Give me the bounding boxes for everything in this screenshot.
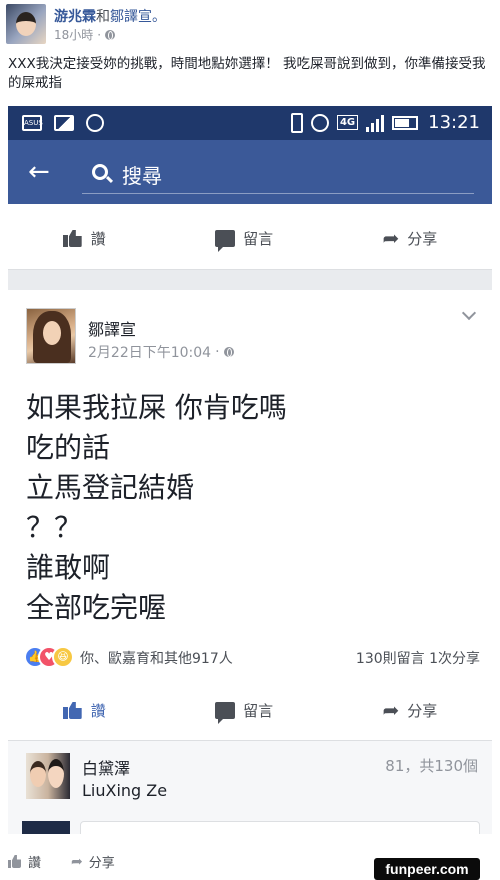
search-icon bbox=[92, 164, 108, 180]
embedded-screenshot: ASUS 4G 13:21 ← 搜尋 讚 留言 ➦ 分享 鄒譯宣 2月22日下午… bbox=[8, 106, 492, 834]
outer-share-label: 分享 bbox=[88, 856, 115, 871]
thumbs-up-icon bbox=[62, 701, 83, 719]
public-globe-icon bbox=[223, 347, 234, 357]
like-label: 讚 bbox=[90, 701, 106, 720]
action-bar: 讚 留言 ➦ 分享 bbox=[8, 218, 492, 258]
outer-like-button[interactable]: 讚 bbox=[8, 852, 41, 871]
battery-icon bbox=[392, 115, 419, 130]
post-meta: 18小時 · bbox=[54, 26, 116, 43]
outer-like-label: 讚 bbox=[28, 856, 42, 871]
like-button[interactable]: 讚 bbox=[62, 228, 106, 249]
inner-author-name[interactable]: 鄒譯宣 bbox=[88, 316, 136, 340]
network-type: 4G bbox=[336, 115, 359, 130]
site-watermark: funpeer.com bbox=[374, 858, 480, 880]
search-input[interactable]: 搜尋 bbox=[82, 154, 474, 194]
share-arrow-icon: ➦ bbox=[71, 853, 83, 870]
post-time[interactable]: 18小時 bbox=[54, 26, 93, 43]
asus-icon: ASUS bbox=[22, 115, 43, 131]
inner-meta-separator: · bbox=[215, 344, 220, 360]
post-header: 游兆霖和鄒譯宣。 18小時 · bbox=[6, 4, 494, 44]
comment-text: LiuXing Ze bbox=[82, 781, 168, 800]
public-globe-icon bbox=[105, 29, 116, 40]
inner-post-meta: 2月22日下午10:04 · bbox=[88, 342, 234, 362]
comment-share-counts[interactable]: 130則留言 1次分享 bbox=[356, 648, 480, 668]
inner-action-bar: 讚 留言 ➦ 分享 bbox=[8, 690, 492, 730]
share-label: 分享 bbox=[407, 229, 438, 248]
inner-post-card: 鄒譯宣 2月22日下午10:04 · 如果我拉屎 你肯吃嗎 吃的話 立馬登記結婚… bbox=[8, 290, 492, 740]
comment-section: 白黛澤 LiuXing Ze 81，共130個 bbox=[8, 740, 492, 834]
thumbs-up-icon bbox=[62, 229, 83, 247]
app-bar: ← 搜尋 bbox=[8, 140, 492, 204]
commenter-name[interactable]: 白黛澤 bbox=[82, 755, 130, 779]
outer-action-bar: 讚 ➦ 分享 bbox=[8, 852, 115, 871]
comment-label: 留言 bbox=[243, 229, 274, 248]
like-label: 讚 bbox=[90, 229, 106, 248]
haha-reaction-icon: 😆 bbox=[52, 646, 74, 668]
status-time: 13:21 bbox=[428, 112, 480, 133]
share-button[interactable]: ➦ 分享 bbox=[383, 700, 438, 721]
previous-post-actions-card: 讚 留言 ➦ 分享 bbox=[8, 204, 492, 270]
share-label: 分享 bbox=[407, 701, 438, 720]
thumbs-up-icon bbox=[8, 855, 22, 868]
reactions-text: 你、歐嘉育和其他917人 bbox=[80, 651, 233, 667]
outer-share-button[interactable]: ➦ 分享 bbox=[71, 852, 115, 872]
inner-author-avatar[interactable] bbox=[26, 308, 76, 364]
reactions-summary[interactable]: 👍 ♥ 😆 你、歐嘉育和其他917人 130則留言 1次分享 bbox=[24, 646, 480, 670]
author-name-link[interactable]: 游兆霖 bbox=[54, 9, 96, 25]
comment-count[interactable]: 81，共130個 bbox=[385, 755, 478, 776]
gallery-icon bbox=[54, 115, 74, 131]
comment-button[interactable]: 留言 bbox=[215, 228, 274, 252]
inner-post-body: 如果我拉屎 你肯吃嗎 吃的話 立馬登記結婚 ？？ 誰敢啊 全部吃完喔 bbox=[26, 391, 287, 624]
inner-post-date[interactable]: 2月22日下午10:04 bbox=[88, 342, 211, 362]
comment-icon bbox=[215, 229, 236, 252]
vibrate-icon bbox=[290, 112, 303, 133]
share-arrow-icon: ➦ bbox=[382, 226, 400, 250]
author-avatar[interactable] bbox=[6, 4, 46, 44]
connector-text: 和 bbox=[96, 9, 110, 25]
post-names: 游兆霖和鄒譯宣。 bbox=[54, 6, 166, 26]
signal-icon bbox=[366, 114, 385, 132]
current-user-avatar bbox=[22, 821, 70, 834]
back-arrow-icon[interactable]: ← bbox=[28, 159, 50, 185]
tagged-user-link[interactable]: 鄒譯宣。 bbox=[110, 9, 166, 25]
post-text: XXX我決定接受妳的挑戰，時間地點妳選擇！ 我吃屎哥說到做到，你準備接受我的屎戒… bbox=[8, 56, 486, 91]
reply-input[interactable] bbox=[80, 821, 480, 834]
chevron-down-icon[interactable] bbox=[461, 305, 477, 321]
comment-button[interactable]: 留言 bbox=[215, 700, 274, 724]
commenter-avatar[interactable] bbox=[26, 753, 70, 799]
status-bar: ASUS 4G 13:21 bbox=[8, 106, 492, 140]
comment-icon bbox=[215, 701, 236, 724]
search-placeholder: 搜尋 bbox=[122, 164, 162, 188]
like-button[interactable]: 讚 bbox=[62, 700, 106, 721]
meta-separator: · bbox=[97, 27, 102, 42]
share-arrow-icon: ➦ bbox=[382, 698, 400, 722]
comment-label: 留言 bbox=[243, 701, 274, 720]
alarm-icon bbox=[310, 113, 329, 132]
hotspot-icon bbox=[86, 114, 104, 132]
share-button[interactable]: ➦ 分享 bbox=[383, 228, 438, 249]
